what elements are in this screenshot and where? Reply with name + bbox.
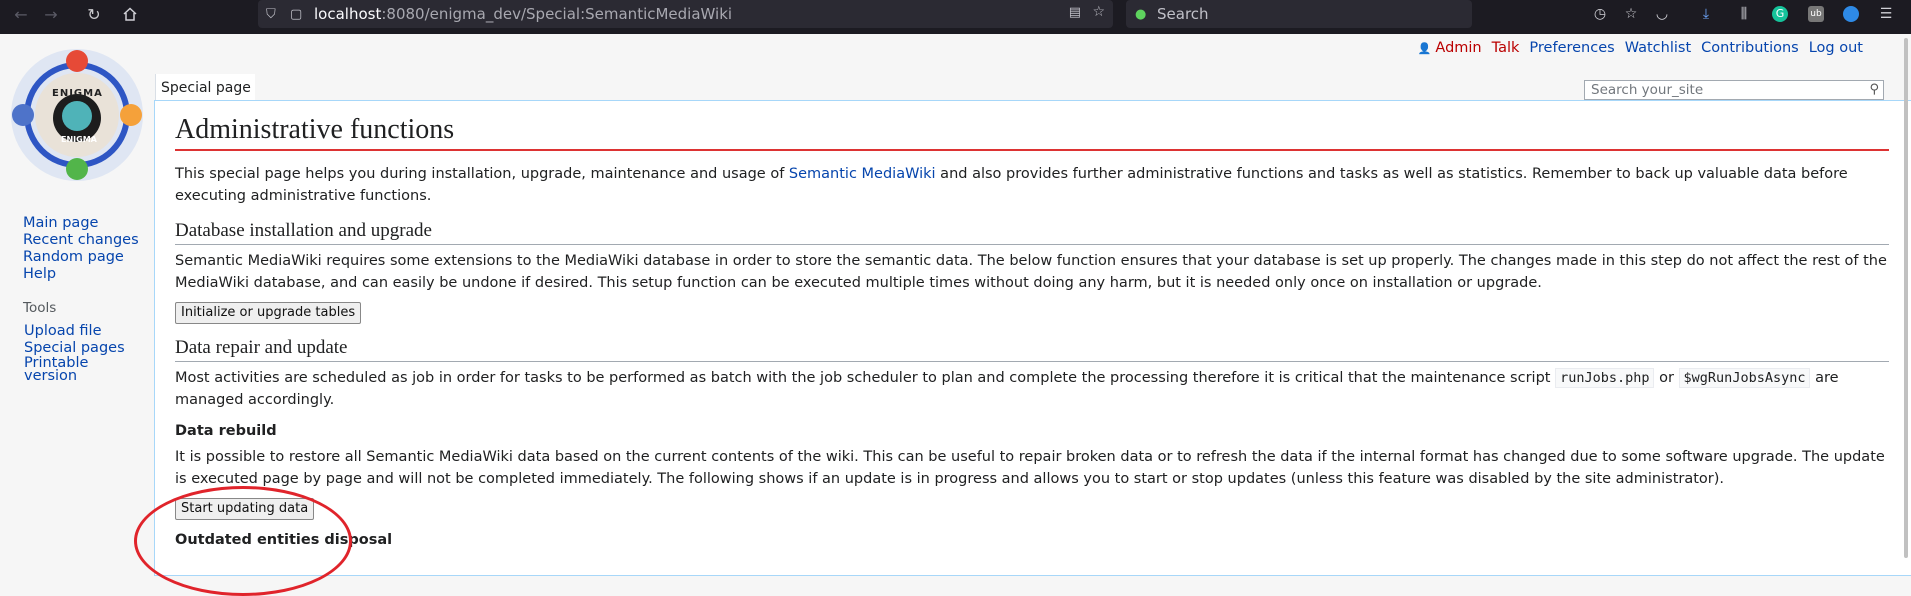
pocket-icon[interactable]: ◡ [1652,4,1672,24]
initialize-tables-button[interactable]: Initialize or upgrade tables [175,302,362,324]
sidebar-tools-heading: Tools [23,300,57,316]
browser-search-input[interactable]: ● Search [1126,0,1472,28]
personal-tools: 👤 Admin Talk Preferences Watchlist Contr… [1418,40,1863,56]
account-icon[interactable] [1841,4,1861,24]
library-icon[interactable]: ⫼ [1734,4,1754,24]
sidebar-item-recent-changes[interactable]: Recent changes [23,232,139,249]
repair-description: Most activities are scheduled as job in … [175,368,1839,408]
logout-link[interactable]: Log out [1809,40,1863,56]
watchlist-link[interactable]: Watchlist [1625,40,1691,56]
logo-text-top: ENIGMA [52,88,103,99]
downloads-icon[interactable]: ⤓ [1696,4,1716,24]
section-heading-database: Database installation and upgrade [175,219,1889,245]
browser-toolbar: ← → ↻ ⛉ ▢ localhost:8080/enigma_dev/Spec… [0,0,1911,34]
sidebar-item-upload-file[interactable]: Upload file [24,323,125,340]
user-link[interactable]: 👤 Admin [1418,40,1482,56]
intro-paragraph: This special page helps you during insta… [175,166,1848,204]
bookmarks-star-icon[interactable]: ☆ [1621,4,1641,24]
back-icon[interactable]: ← [8,0,34,28]
user-name: Admin [1435,40,1482,56]
contributions-link[interactable]: Contributions [1701,40,1799,56]
preferences-link[interactable]: Preferences [1529,40,1614,56]
subheading-data-rebuild: Data rebuild [175,423,277,439]
bookmark-star-icon[interactable]: ☆ [1092,4,1105,20]
extension-icon[interactable]: ub [1806,4,1826,24]
semantic-mediawiki-link[interactable]: Semantic MediaWiki [789,166,936,182]
sidebar-tools: Upload file Special pages Printable vers… [24,323,125,383]
page-title: Administrative functions [175,113,1889,151]
sidebar-navigation: Main page Recent changes Random page Hel… [23,215,139,283]
reload-icon[interactable]: ↻ [81,0,107,28]
start-updating-data-button[interactable]: Start updating data [175,498,315,520]
grammarly-icon[interactable]: G [1770,4,1790,24]
reader-view-icon[interactable]: ▤ [1069,5,1081,20]
database-description: Semantic MediaWiki requires some extensi… [175,253,1887,291]
wiki-search-placeholder: Search your_site [1591,82,1704,98]
browser-search-placeholder: Search [1157,5,1209,23]
section-heading-repair: Data repair and update [175,336,1889,362]
user-icon: 👤 [1417,41,1432,55]
subheading-outdated-entities: Outdated entities disposal [175,532,393,548]
talk-link[interactable]: Talk [1492,40,1520,56]
page-icon: ▢ [290,6,303,22]
url-bar[interactable]: ⛉ ▢ localhost:8080/enigma_dev/Special:Se… [258,0,1113,28]
sidebar-item-random-page[interactable]: Random page [23,249,139,266]
runjobsasync-code: $wgRunJobsAsync [1678,368,1811,388]
menu-icon[interactable]: ☰ [1876,4,1896,24]
site-logo[interactable]: ENIGMA ENIGMA [8,46,146,184]
search-engine-icon: ● [1135,6,1147,22]
wiki-page: ENIGMA ENIGMA Main page Recent changes R… [0,34,1911,596]
tab-special-page[interactable]: Special page [155,74,255,100]
shield-icon: ⛉ [266,6,276,22]
url-text: localhost:8080/enigma_dev/Special:Semant… [314,5,733,23]
forward-icon[interactable]: → [38,0,64,28]
sidebar-item-main-page[interactable]: Main page [23,215,139,232]
search-icon[interactable]: ⚲ [1869,82,1879,97]
sidebar-item-printable-version[interactable]: Printable version [24,356,104,384]
history-icon[interactable]: ◷ [1590,4,1610,24]
logo-text-bottom: ENIGMA [61,135,97,144]
rebuild-description: It is possible to restore all Semantic M… [175,449,1885,487]
wiki-search-input[interactable]: Search your_site ⚲ [1584,80,1884,100]
runjobs-code: runJobs.php [1555,368,1655,388]
home-icon[interactable] [117,0,143,28]
sidebar-item-help[interactable]: Help [23,266,139,283]
page-scrollbar[interactable] [1904,36,1910,576]
main-content: Administrative functions This special pa… [154,100,1911,576]
